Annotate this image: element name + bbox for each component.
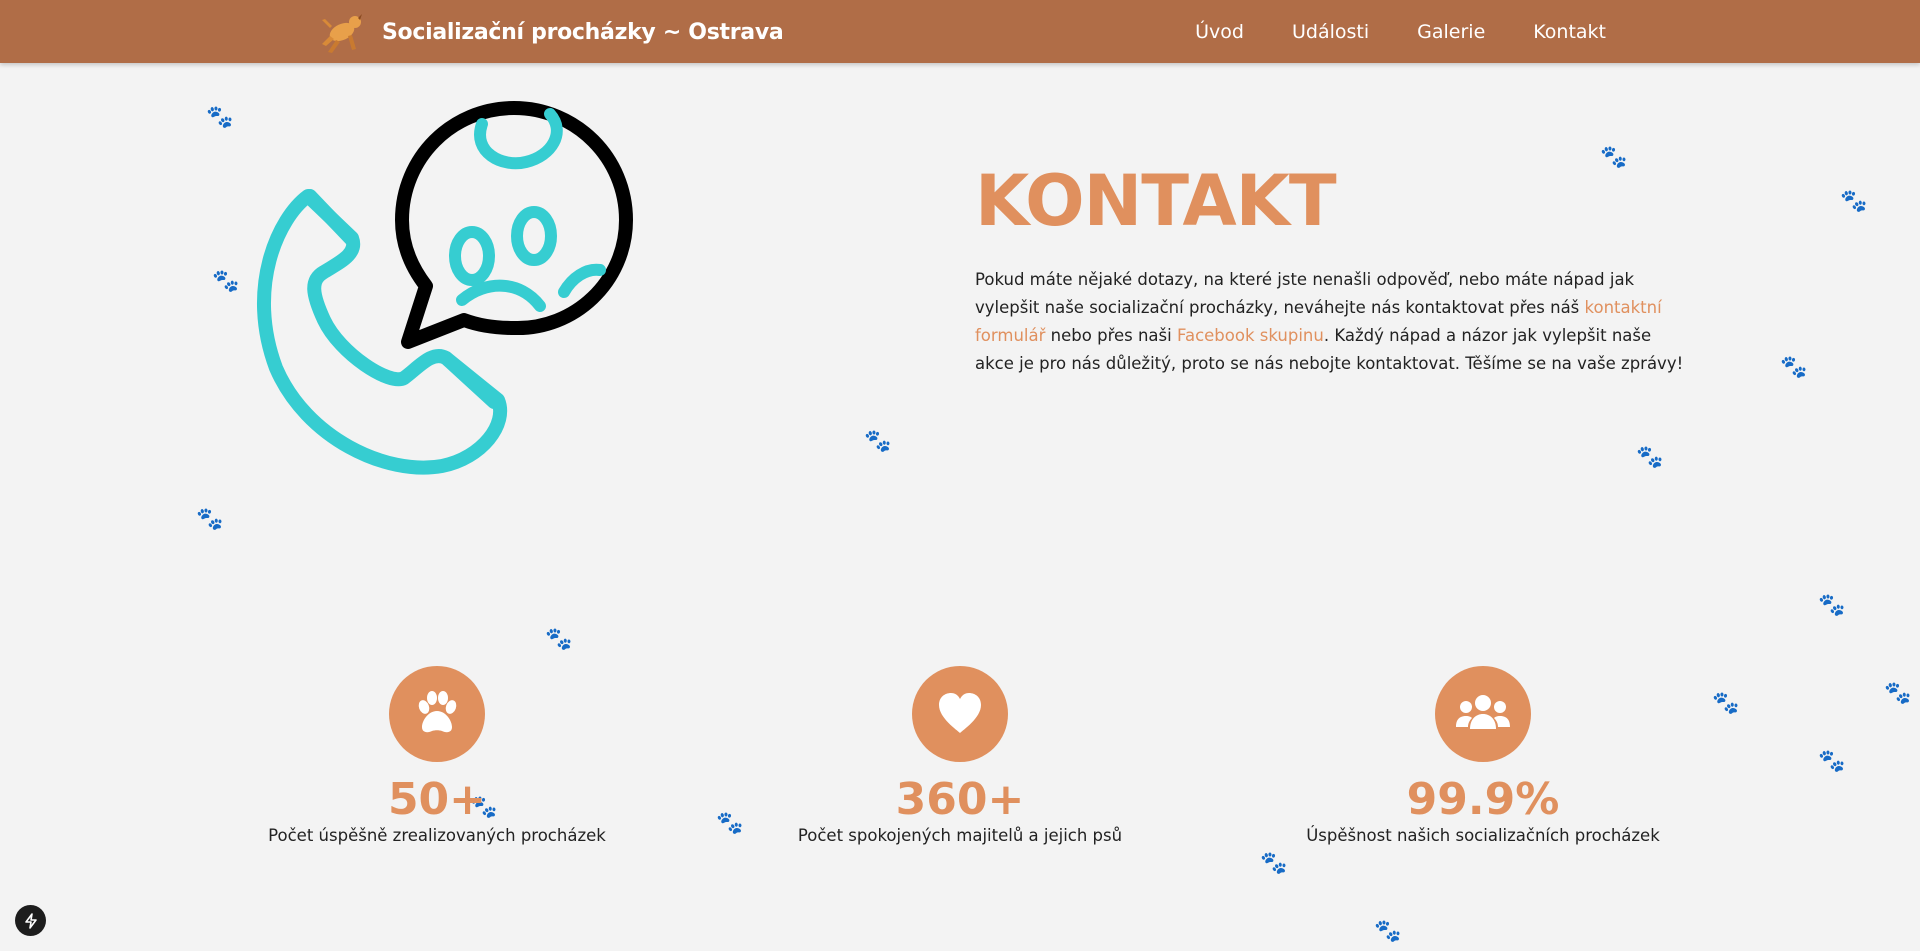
contact-text-part1: Pokud máte nějaké dotazy, na které jste …	[975, 270, 1635, 317]
background-paw-icon: 🐾	[1712, 690, 1740, 715]
background-paw-icon: 🐾	[1884, 680, 1912, 705]
stat-label: Počet úspěšně zrealizovaných procházek	[268, 826, 606, 845]
heart-icon	[912, 666, 1008, 762]
background-paw-icon: 🐾	[1374, 918, 1402, 943]
users-icon	[1435, 666, 1531, 762]
stat-value: 360+	[895, 774, 1025, 825]
background-paw-icon: 🐾	[1840, 188, 1868, 213]
background-paw-icon: 🐾	[1818, 592, 1846, 617]
brand-title: Socializační procházky ~ Ostrava	[382, 19, 784, 45]
background-paw-icon: 🐾	[1600, 144, 1628, 169]
background-paw-icon: 🐾	[1818, 748, 1846, 773]
background-paw-icon: 🐾	[196, 506, 224, 531]
nav-link-galerie[interactable]: Galerie	[1417, 21, 1485, 43]
phone-paw-chat-icon	[236, 68, 646, 478]
stat-success: 99.9% Úspěšnost našich socializačních pr…	[1263, 666, 1703, 845]
lightning-icon[interactable]	[15, 905, 46, 936]
stat-label: Úspěšnost našich socializačních procháze…	[1306, 826, 1660, 845]
stat-owners: 360+ Počet spokojených majitelů a jejich…	[740, 666, 1180, 845]
main-nav: Úvod Události Galerie Kontakt	[1195, 0, 1606, 63]
brand-link[interactable]: Socializační procházky ~ Ostrava	[320, 10, 784, 54]
background-paw-icon: 🐾	[1636, 444, 1664, 469]
background-paw-icon: 🐾	[864, 428, 892, 453]
background-paw-icon: 🐾	[545, 626, 573, 651]
contact-text-part2: nebo přes naši	[1045, 326, 1177, 345]
stat-value: 99.9%	[1406, 774, 1560, 825]
facebook-group-link[interactable]: Facebook skupinu	[1177, 326, 1324, 345]
stat-value: 50+	[387, 774, 487, 825]
paw-icon	[389, 666, 485, 762]
navbar: Socializační procházky ~ Ostrava Úvod Ud…	[0, 0, 1920, 63]
contact-description: Pokud máte nějaké dotazy, na které jste …	[975, 266, 1695, 378]
nav-link-kontakt[interactable]: Kontakt	[1533, 21, 1606, 43]
stat-walks: 50+ Počet úspěšně zrealizovaných procház…	[217, 666, 657, 845]
page-title: KONTAKT	[975, 160, 1337, 242]
running-dog-icon	[320, 10, 366, 54]
nav-link-udalosti[interactable]: Události	[1292, 21, 1369, 43]
nav-link-uvod[interactable]: Úvod	[1195, 21, 1244, 43]
background-paw-icon: 🐾	[206, 104, 234, 129]
stat-label: Počet spokojených majitelů a jejich psů	[797, 826, 1123, 845]
background-paw-icon: 🐾	[1780, 354, 1808, 379]
background-paw-icon: 🐾	[1260, 850, 1288, 875]
